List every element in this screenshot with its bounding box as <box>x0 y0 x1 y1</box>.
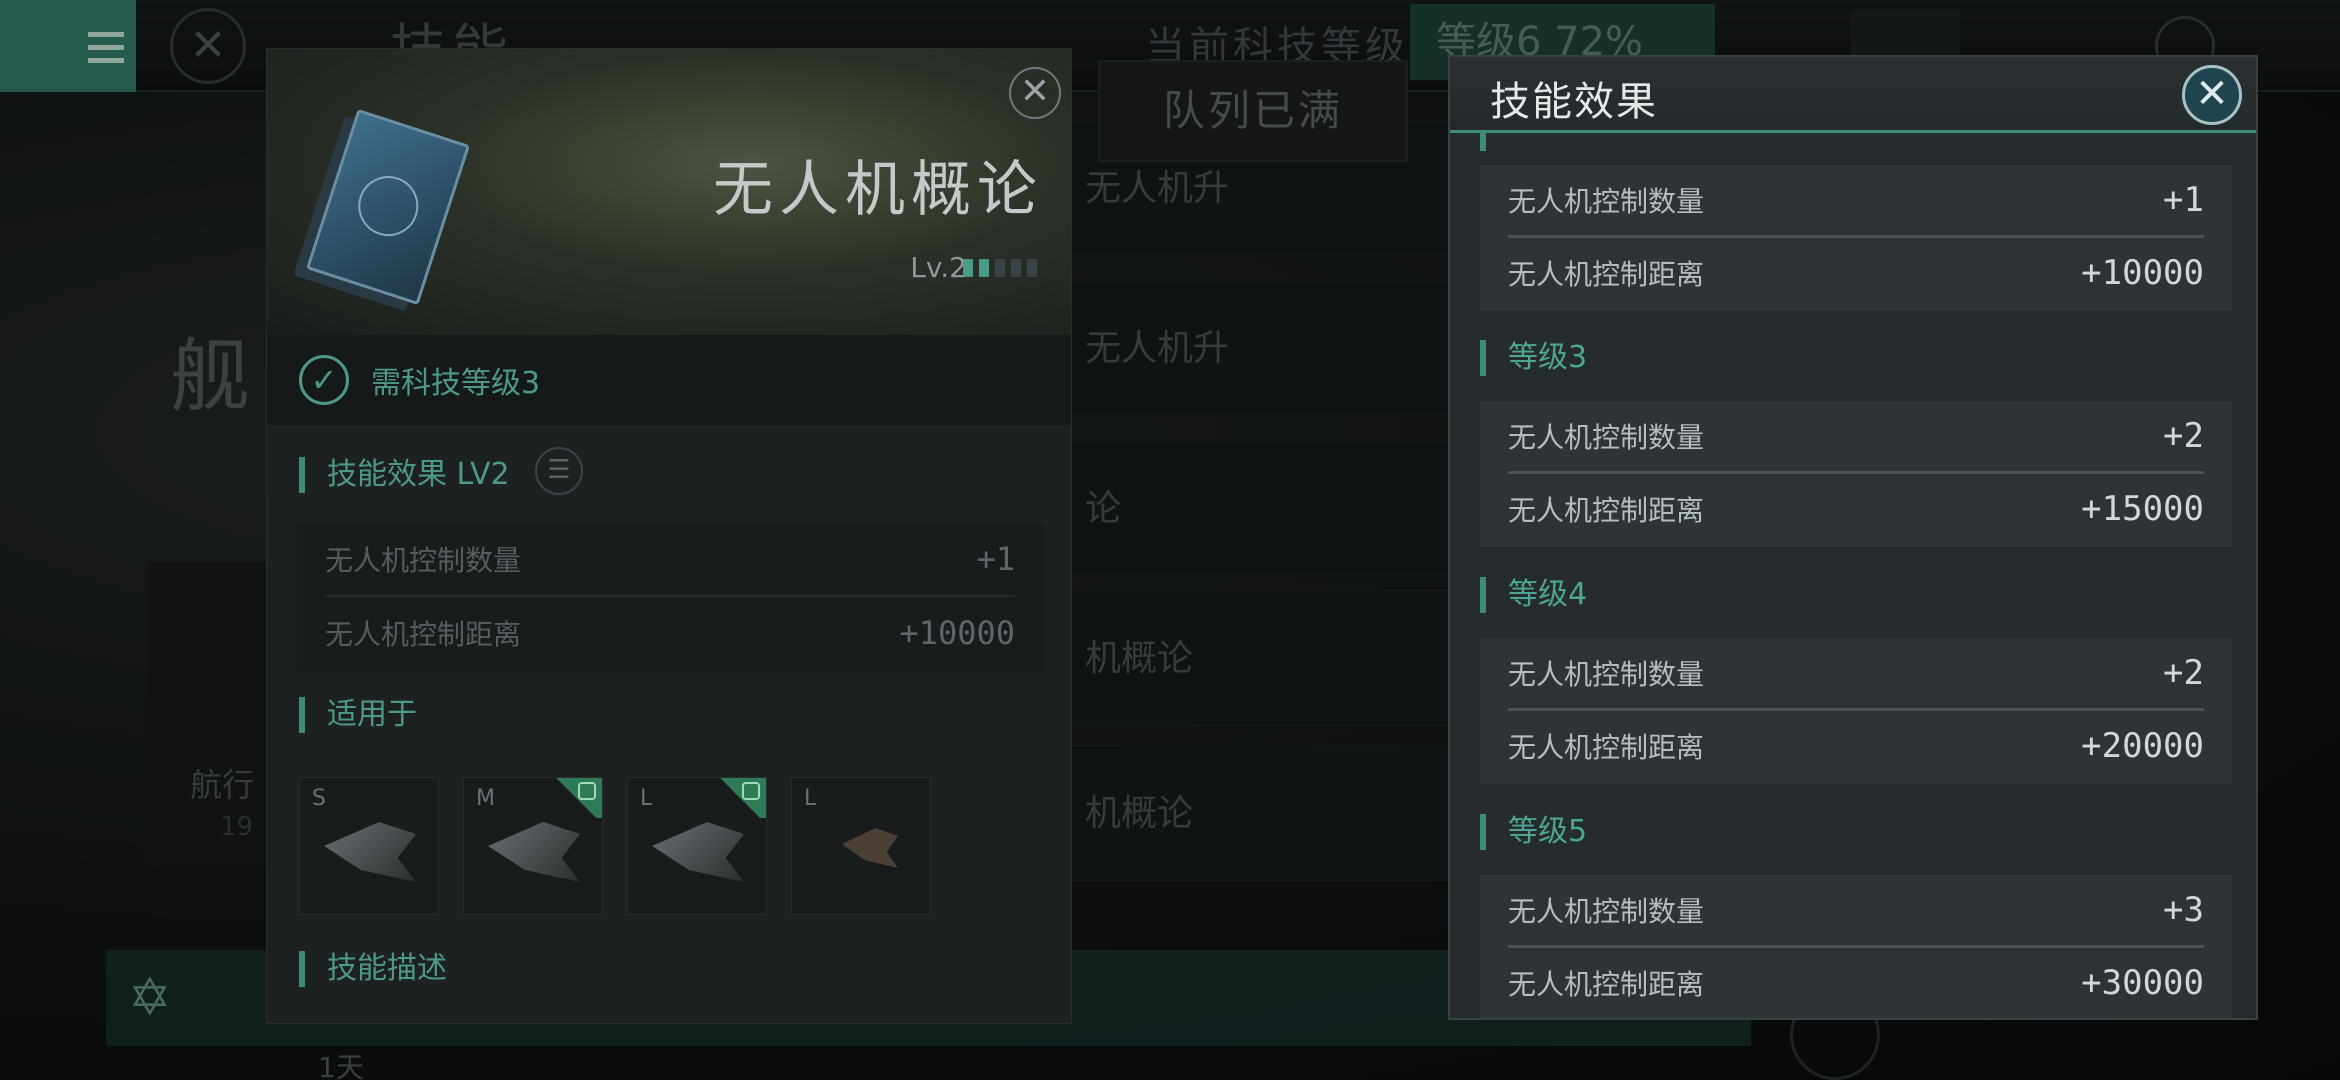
level-effect-label: 无人机控制数量 <box>1508 185 1705 218</box>
level-effect-value: +3 <box>2163 890 2204 930</box>
level-pip <box>979 259 989 277</box>
level-effect-label: 无人机控制距离 <box>1508 968 1705 1001</box>
effect-row: 无人机控制距离 +10000 <box>325 597 1015 669</box>
level-effect-box: 无人机控制数量 +3 无人机控制距离 +30000 <box>1480 875 2232 1018</box>
level-pip <box>963 259 973 277</box>
level-effect-label: 无人机控制数量 <box>1508 895 1705 928</box>
skill-hero: 无人机概论 Lv.2 ✕ <box>267 49 1071 335</box>
level-effect-row: 无人机控制距离 +15000 <box>1508 474 2204 544</box>
level-effect-row: 无人机控制距离 +30000 <box>1508 948 2204 1018</box>
level-effect-box: 无人机控制数量 +2 无人机控制距离 +20000 <box>1480 638 2232 784</box>
ship-size: L <box>640 786 653 811</box>
ship-size: M <box>476 786 495 811</box>
ship-icon <box>324 822 416 882</box>
effects-title: 技能效果 <box>1490 79 1658 125</box>
ship-card[interactable]: M <box>463 777 603 915</box>
level-pip <box>1011 259 1021 277</box>
ship-card[interactable]: L <box>627 777 767 915</box>
list-icon[interactable]: ☰ <box>535 447 583 495</box>
ship-size: S <box>312 786 326 811</box>
level-heading: 等级5 <box>1480 814 1587 850</box>
description-section-title: 技能描述 <box>299 951 447 987</box>
close-icon[interactable]: ✕ <box>1009 67 1061 119</box>
level-heading-cut <box>1480 133 1540 151</box>
check-icon: ✓ <box>299 355 349 405</box>
ship-icon <box>488 822 580 882</box>
level-effect-label: 无人机控制距离 <box>1508 258 1705 291</box>
requirement-row: ✓ 需科技等级3 <box>267 335 1071 425</box>
ship-list: S M L L <box>299 777 931 915</box>
skill-level-label: Lv.2 <box>910 251 967 284</box>
level-effect-value: +1 <box>2163 180 2204 220</box>
level-heading: 等级3 <box>1480 340 1587 376</box>
level-effect-value: +20000 <box>2081 726 2204 766</box>
level-effect-box: 无人机控制数量 +2 无人机控制距离 +15000 <box>1480 401 2232 547</box>
effect-value: +10000 <box>899 614 1015 652</box>
effect-list: 无人机控制数量 +1 无人机控制距离 +10000 <box>297 523 1043 671</box>
level-effect-row: 无人机控制距离 +10000 <box>1508 238 2204 308</box>
skill-book-icon <box>305 108 471 306</box>
requirement-text: 需科技等级3 <box>371 366 541 401</box>
level-effect-value: +15000 <box>2081 489 2204 529</box>
level-effect-row: 无人机控制数量 +2 <box>1508 638 2204 708</box>
level-effect-value: +10000 <box>2081 253 2204 293</box>
ship-icon <box>842 828 898 868</box>
level-effect-value: +2 <box>2163 416 2204 456</box>
owned-flag-icon <box>550 778 602 818</box>
level-effect-box: 无人机控制数量 +1 无人机控制距离 +10000 <box>1480 165 2232 311</box>
level-effect-label: 无人机控制数量 <box>1508 421 1705 454</box>
effect-value: +1 <box>976 540 1015 578</box>
ship-icon <box>652 822 744 882</box>
level-pip <box>1027 259 1037 277</box>
level-effect-value: +2 <box>2163 653 2204 693</box>
level-effect-row: 无人机控制距离 +20000 <box>1508 711 2204 781</box>
level-effect-label: 无人机控制数量 <box>1508 658 1705 691</box>
ship-size: L <box>804 786 817 811</box>
level-heading: 等级4 <box>1480 577 1587 613</box>
ship-card[interactable]: S <box>299 777 439 915</box>
effect-label: 无人机控制数量 <box>325 544 522 577</box>
level-effect-value: +30000 <box>2081 963 2204 1003</box>
close-icon[interactable]: ✕ <box>2182 65 2242 125</box>
level-effect-row: 无人机控制数量 +2 <box>1508 401 2204 471</box>
ship-card[interactable]: L <box>791 777 931 915</box>
level-effect-label: 无人机控制距离 <box>1508 494 1705 527</box>
level-effect-row: 无人机控制数量 +3 <box>1508 875 2204 945</box>
skill-effects-panel: 技能效果 ✕ 无人机控制数量 +1 无人机控制距离 +10000 等级3 无人机… <box>1448 55 2258 1020</box>
level-pip <box>995 259 1005 277</box>
skill-level-pips <box>963 259 1037 277</box>
skill-title: 无人机概论 <box>713 155 1043 225</box>
applicable-section-title: 适用于 <box>299 697 417 733</box>
skill-detail-panel: 无人机概论 Lv.2 ✕ ✓ 需科技等级3 技能效果 LV2 ☰ 无人机控制数量… <box>266 48 1072 1024</box>
level-effect-label: 无人机控制距离 <box>1508 731 1705 764</box>
owned-flag-icon <box>714 778 766 818</box>
effect-section-title: 技能效果 LV2 <box>299 457 510 493</box>
effect-label: 无人机控制距离 <box>325 618 522 651</box>
level-effect-row: 无人机控制数量 +1 <box>1508 165 2204 235</box>
effect-row: 无人机控制数量 +1 <box>325 523 1015 595</box>
effects-header: 技能效果 ✕ <box>1450 57 2256 133</box>
